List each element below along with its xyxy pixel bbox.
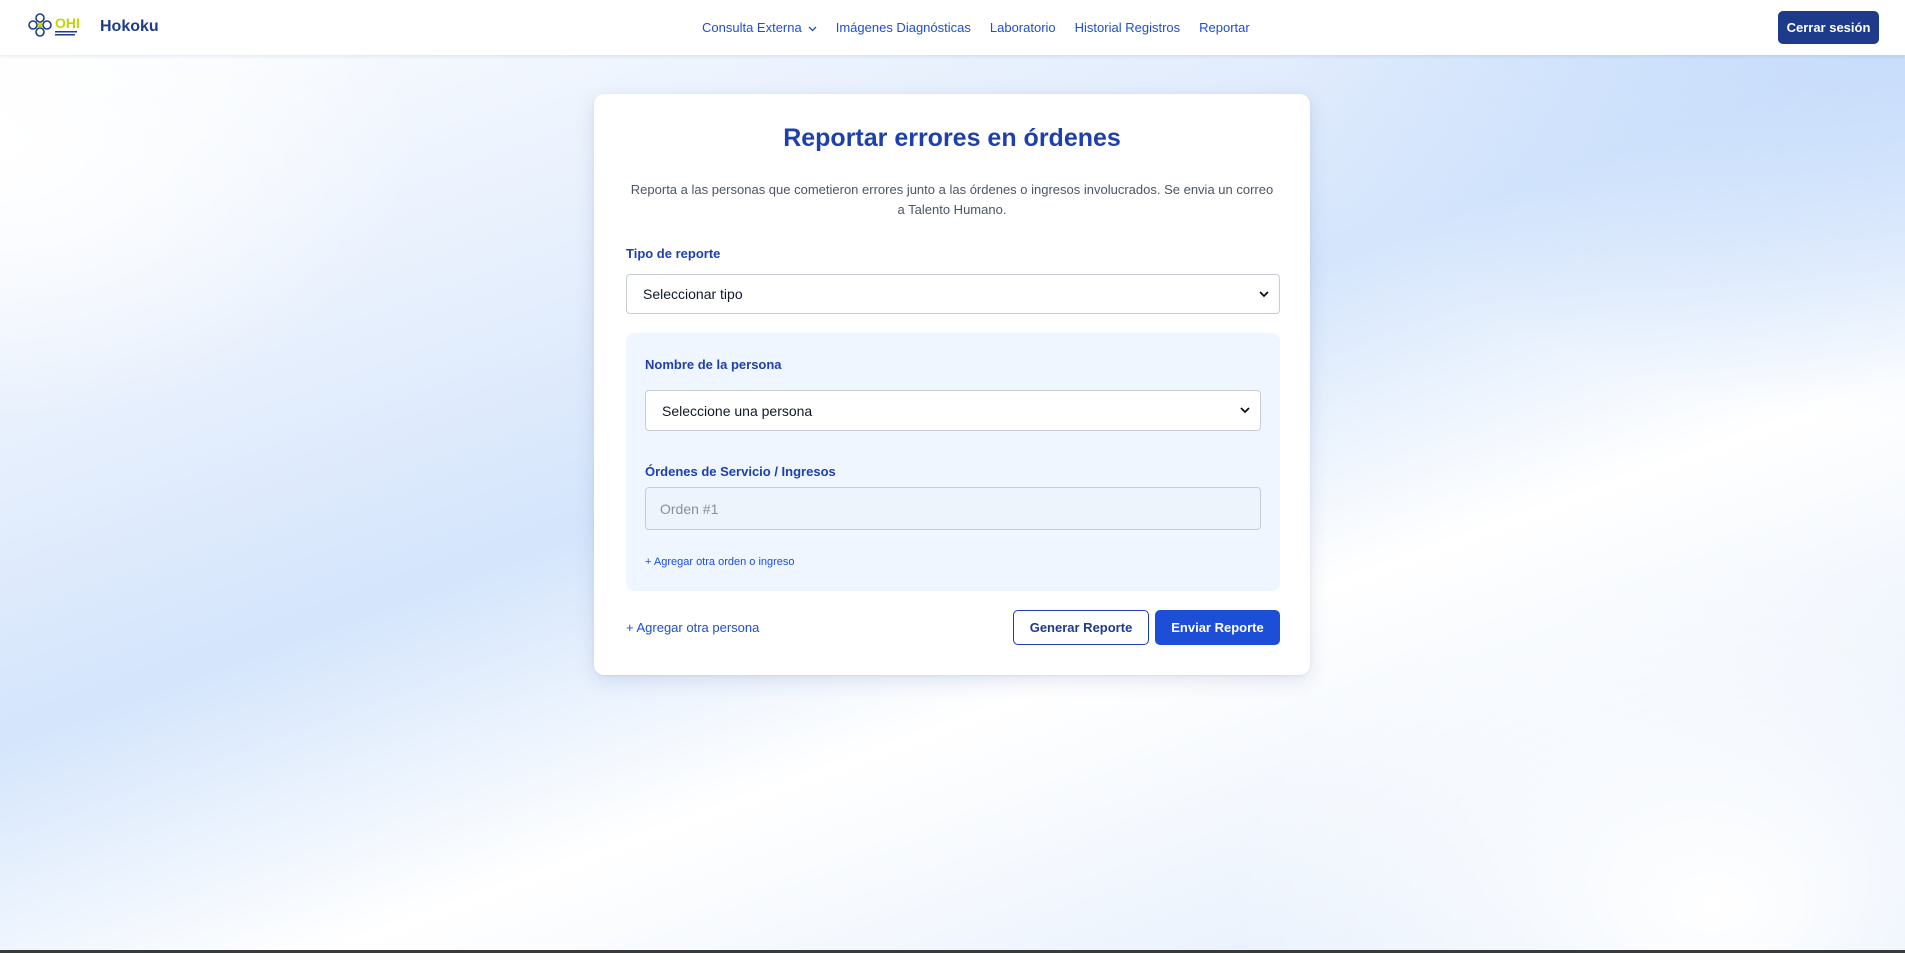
nav-label: Consulta Externa bbox=[702, 20, 802, 35]
ordenes-label: Órdenes de Servicio / Ingresos bbox=[645, 464, 836, 479]
nav-label: Laboratorio bbox=[989, 20, 1056, 35]
persona-value: Seleccione una persona bbox=[662, 402, 813, 419]
nav-consulta-externa[interactable]: Consulta Externa bbox=[702, 20, 817, 35]
brand[interactable]: OHI Hokoku bbox=[28, 11, 159, 43]
persona-select[interactable]: Seleccione una persona bbox=[645, 390, 1261, 431]
svg-text:OHI: OHI bbox=[55, 15, 80, 31]
chevron-down-icon bbox=[808, 20, 817, 35]
brand-name: Hokoku bbox=[100, 18, 159, 35]
nav-reportar[interactable]: Reportar bbox=[1199, 20, 1250, 35]
add-orden-link[interactable]: + Agregar otra orden o ingreso bbox=[645, 556, 795, 568]
chevron-down-icon bbox=[1259, 290, 1269, 298]
add-persona-link[interactable]: + Agregar otra persona bbox=[626, 620, 759, 635]
form-description: Reporta a las personas que cometieron er… bbox=[630, 182, 1274, 217]
nombre-persona-label: Nombre de la persona bbox=[645, 357, 782, 372]
nav-laboratorio[interactable]: Laboratorio bbox=[990, 20, 1056, 35]
nav-label: Historial Registros bbox=[1074, 20, 1181, 35]
enviar-reporte-button[interactable]: Enviar Reporte bbox=[1155, 610, 1280, 645]
orden-input[interactable] bbox=[645, 487, 1261, 530]
tipo-reporte-label: Tipo de reporte bbox=[626, 246, 721, 261]
report-form-card: Reportar errores en órdenes Reporta a la… bbox=[594, 94, 1310, 675]
logout-button[interactable]: Cerrar sesión bbox=[1778, 11, 1879, 44]
person-entry-panel: Nombre de la persona Seleccione una pers… bbox=[626, 333, 1280, 591]
chevron-down-icon bbox=[1240, 407, 1250, 414]
tipo-reporte-value: Seleccionar tipo bbox=[643, 286, 743, 302]
generar-reporte-button[interactable]: Generar Reporte bbox=[1013, 610, 1149, 645]
nav-imagenes-diagnosticas[interactable]: Imágenes Diagnósticas bbox=[836, 20, 971, 35]
logo: OHI bbox=[28, 11, 90, 43]
logo-flower-icon: OHI bbox=[28, 13, 80, 37]
nav-historial-registros[interactable]: Historial Registros bbox=[1075, 20, 1180, 35]
main-nav: Consulta Externa Imágenes Diagnósticas L… bbox=[702, 0, 1269, 55]
nav-label: Imágenes Diagnósticas bbox=[835, 20, 971, 35]
nav-label: Reportar bbox=[1199, 20, 1250, 35]
page-title: Reportar errores en órdenes bbox=[783, 124, 1121, 152]
top-navbar: OHI Hokoku Consulta Externa Imágenes Dia… bbox=[0, 0, 1905, 55]
tipo-reporte-select[interactable]: Seleccionar tipo bbox=[626, 274, 1280, 314]
